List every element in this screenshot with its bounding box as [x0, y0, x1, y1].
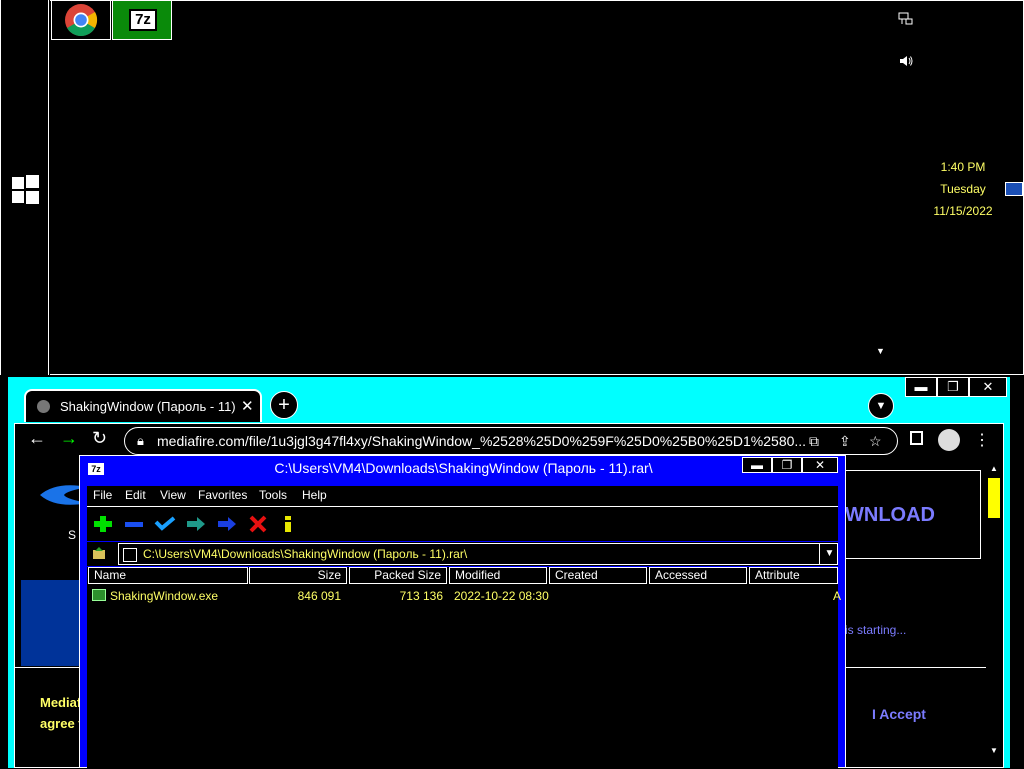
minimize-button[interactable]: ▬ [905, 377, 937, 397]
menu-tools[interactable]: Tools [259, 488, 287, 502]
page-scrollbar-thumb[interactable] [988, 478, 1000, 518]
cookie-notice-line2: agree t [40, 716, 83, 731]
taskbar-7zip-button[interactable]: 7z [112, 0, 172, 40]
globe-icon [37, 400, 50, 413]
extract-icon[interactable] [123, 515, 145, 533]
side-panel-icon[interactable] [910, 431, 923, 445]
download-status: is starting... [845, 623, 907, 637]
7zip-icon: 7z [129, 9, 157, 31]
chrome-icon [65, 4, 98, 37]
forward-button[interactable]: → [60, 428, 78, 449]
reload-button[interactable]: ↻ [92, 428, 107, 449]
path-text: C:\Users\VM4\Downloads\ShakingWindow (Па… [143, 547, 468, 561]
path-input[interactable]: C:\Users\VM4\Downloads\ShakingWindow (Па… [118, 543, 838, 565]
file-attributes: A [833, 589, 842, 603]
file-modified: 2022-10-22 08:30 [454, 589, 549, 603]
folder-up-icon[interactable] [92, 546, 106, 560]
column-packed-size[interactable]: Packed Size [349, 567, 447, 584]
exe-file-icon [92, 589, 106, 601]
menu-view[interactable]: View [160, 488, 186, 502]
column-created[interactable]: Created [549, 567, 647, 584]
menu-file[interactable]: File [93, 488, 112, 502]
bookmark-star-icon[interactable]: ☆ [869, 433, 882, 450]
new-tab-button[interactable]: + [270, 391, 298, 419]
volume-icon[interactable] [898, 54, 914, 71]
archive-icon [123, 548, 137, 562]
maximize-button[interactable]: ❐ [772, 457, 802, 473]
menu-edit[interactable]: Edit [125, 488, 146, 502]
info-icon[interactable] [278, 515, 300, 533]
move-icon[interactable] [216, 515, 238, 533]
browser-tab[interactable]: ShakingWindow (Пароль - 11) ✕ [24, 389, 262, 422]
system-clock[interactable]: 1:40 PM Tuesday 11/15/2022 [922, 156, 1004, 222]
browser-menu-icon[interactable]: ⋮ [974, 430, 990, 450]
back-button[interactable]: ← [28, 428, 46, 449]
menu-help[interactable]: Help [302, 488, 327, 502]
test-icon[interactable] [154, 515, 176, 533]
tab-search-button[interactable]: ▼ [868, 393, 894, 419]
file-list-header: Name Size Packed Size Modified Created A… [87, 567, 838, 585]
column-accessed[interactable]: Accessed [649, 567, 747, 584]
close-button[interactable]: ✕ [802, 457, 838, 473]
tab-title: ShakingWindow (Пароль - 11) [60, 399, 236, 414]
scroll-up-icon[interactable]: ▲ [990, 464, 998, 473]
column-name[interactable]: Name [88, 567, 248, 584]
file-packed-size: 713 136 [399, 589, 443, 603]
windows-logo-icon [12, 177, 24, 189]
column-attributes[interactable]: Attribute [749, 567, 838, 584]
path-bar: C:\Users\VM4\Downloads\ShakingWindow (Па… [87, 542, 838, 566]
clock-date: 11/15/2022 [933, 204, 993, 218]
tab-close-icon[interactable]: ✕ [241, 397, 254, 415]
start-button[interactable] [10, 175, 40, 204]
clock-time: 1:40 PM [940, 160, 986, 174]
lock-icon[interactable]: 🔒︎ [137, 433, 144, 449]
maximize-button[interactable]: ❐ [937, 377, 969, 397]
menu-favorites[interactable]: Favorites [198, 488, 247, 502]
taskbar-chrome-button[interactable] [51, 0, 111, 40]
accept-cookies-link[interactable]: I Accept [872, 706, 926, 722]
delete-icon[interactable] [247, 515, 269, 533]
clock-day: Tuesday [940, 182, 986, 196]
scroll-down-icon[interactable]: ▼ [990, 746, 998, 755]
close-button[interactable]: ✕ [969, 377, 1007, 397]
toolbar [87, 507, 838, 541]
profile-avatar[interactable] [938, 429, 960, 451]
file-size: 846 091 [297, 589, 341, 603]
popup-blocked-icon[interactable]: ⧉ [809, 433, 819, 450]
show-desktop-icon[interactable] [1005, 182, 1023, 196]
cookie-notice-line1: Mediaf [40, 695, 82, 710]
page-ad-block [21, 580, 81, 666]
copy-icon[interactable] [185, 515, 207, 533]
table-row[interactable]: ShakingWindow.exe 846 091 713 136 2022-1… [87, 587, 842, 605]
file-name: ShakingWindow.exe [110, 589, 219, 603]
7zip-window: 7z C:\Users\VM4\Downloads\ShakingWindow … [79, 455, 846, 769]
page-left-text: S [68, 528, 77, 542]
network-icon[interactable] [898, 12, 914, 29]
desktop-area [50, 0, 1024, 375]
chevron-down-icon[interactable]: ▼ [876, 346, 885, 356]
chevron-down-icon[interactable]: ▼ [819, 544, 839, 564]
address-url: mediafire.com/file/1u3jgl3g47fl4xy/Shaki… [157, 433, 807, 449]
download-label: WNLOAD [845, 504, 935, 526]
add-icon[interactable] [92, 515, 114, 533]
address-bar[interactable]: 🔒︎ mediafire.com/file/1u3jgl3g47fl4xy/Sh… [124, 427, 898, 455]
menu-bar: File Edit View Favorites Tools Help [87, 486, 838, 507]
window-title: C:\Users\VM4\Downloads\ShakingWindow (Па… [274, 460, 653, 476]
column-size[interactable]: Size [249, 567, 347, 584]
column-modified[interactable]: Modified [449, 567, 547, 584]
minimize-button[interactable]: ▬ [742, 457, 772, 473]
file-list: Name Size Packed Size Modified Created A… [87, 567, 842, 769]
share-icon[interactable]: ⇪ [839, 433, 851, 450]
